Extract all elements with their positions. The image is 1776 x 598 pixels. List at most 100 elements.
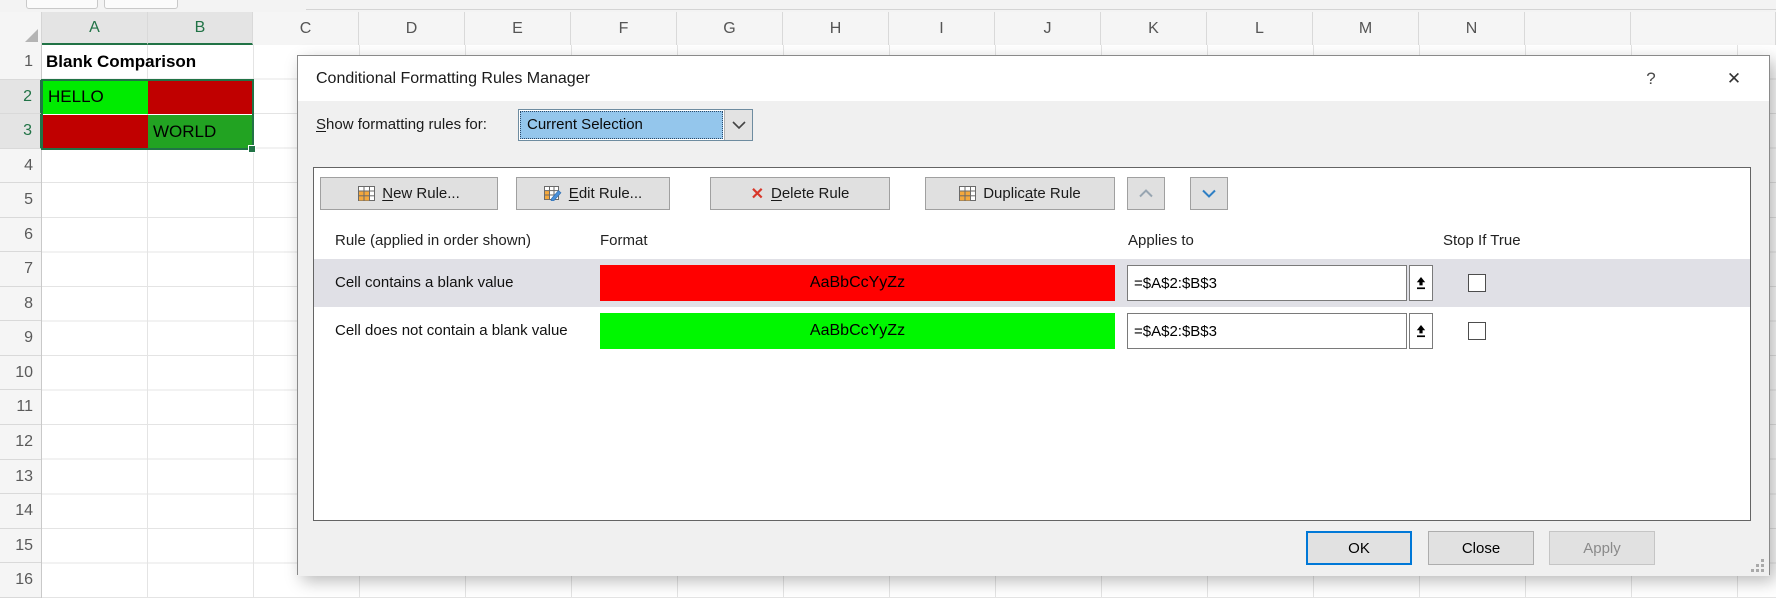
cf-rules-manager-dialog: Conditional Formatting Rules Manager ? ✕… bbox=[297, 55, 1770, 575]
dialog-title-bar: Conditional Formatting Rules Manager ? ✕ bbox=[298, 56, 1769, 101]
column-header-a[interactable]: A bbox=[42, 12, 148, 45]
column-header-k[interactable]: K bbox=[1101, 12, 1207, 45]
help-button[interactable]: ? bbox=[1636, 56, 1666, 101]
chevron-down-icon[interactable] bbox=[724, 110, 752, 140]
row-header-4[interactable]: 4 bbox=[0, 149, 41, 184]
close-icon[interactable]: ✕ bbox=[1716, 56, 1752, 101]
column-header-m[interactable]: M bbox=[1313, 12, 1419, 45]
rules-table-header: Rule (applied in order shown) Format App… bbox=[314, 223, 1750, 259]
row-header-1[interactable]: 1 bbox=[0, 45, 41, 80]
row-header-16[interactable]: 16 bbox=[0, 563, 41, 598]
column-header-j[interactable]: J bbox=[995, 12, 1101, 45]
row-header-13[interactable]: 13 bbox=[0, 460, 41, 495]
move-rule-up-button[interactable] bbox=[1127, 177, 1165, 210]
new-rule-label: New Rule... bbox=[382, 185, 460, 202]
select-all-corner[interactable] bbox=[0, 12, 42, 45]
duplicate-rule-button[interactable]: Duplicate Rule bbox=[925, 177, 1115, 210]
rule-name: Cell does not contain a blank value bbox=[335, 307, 568, 355]
row-header-11[interactable]: 11 bbox=[0, 390, 41, 425]
formula-bar-edge bbox=[0, 0, 1776, 12]
new-rule-button[interactable]: New Rule... bbox=[320, 177, 498, 210]
applies-to-group bbox=[1127, 313, 1433, 349]
duplicate-rule-grid-icon bbox=[959, 186, 976, 201]
format-preview-swatch: AaBbCcYyZz bbox=[600, 265, 1115, 301]
fill-handle[interactable] bbox=[248, 145, 256, 153]
collapse-dialog-icon bbox=[1414, 324, 1428, 339]
cell-b3[interactable]: WORLD bbox=[148, 115, 253, 149]
stop-if-true-checkbox[interactable] bbox=[1468, 274, 1486, 292]
column-headers: A B C D E F G H I J K L M N bbox=[0, 12, 1776, 45]
cell-a2[interactable]: HELLO bbox=[43, 80, 148, 114]
toolbar-stub bbox=[104, 0, 178, 9]
row-header-12[interactable]: 12 bbox=[0, 425, 41, 460]
formula-bar-divider bbox=[306, 9, 1776, 10]
dialog-body: Show formatting rules for: Current Selec… bbox=[298, 101, 1769, 576]
stop-if-true-checkbox[interactable] bbox=[1468, 322, 1486, 340]
header-stop-if-true: Stop If True bbox=[1443, 223, 1521, 259]
edit-rule-label: Edit Rule... bbox=[569, 185, 642, 202]
collapse-dialog-icon bbox=[1414, 276, 1428, 291]
row-header-2[interactable]: 2 bbox=[0, 80, 42, 115]
move-rule-down-button[interactable] bbox=[1190, 177, 1228, 210]
show-rules-label: Show formatting rules for: bbox=[316, 113, 487, 137]
column-header-f[interactable]: F bbox=[571, 12, 677, 45]
applies-to-input[interactable] bbox=[1127, 313, 1407, 349]
row-header-10[interactable]: 10 bbox=[0, 356, 41, 391]
row-header-7[interactable]: 7 bbox=[0, 252, 41, 287]
close-button[interactable]: Close bbox=[1428, 531, 1534, 565]
cell-a1[interactable]: Blank Comparison bbox=[46, 45, 196, 79]
edit-rule-button[interactable]: Edit Rule... bbox=[516, 177, 670, 210]
rule-name: Cell contains a blank value bbox=[335, 259, 513, 307]
name-box-stub bbox=[26, 0, 98, 9]
row-header-14[interactable]: 14 bbox=[0, 494, 41, 529]
show-rules-dropdown[interactable]: Current Selection bbox=[518, 109, 753, 141]
range-picker-button[interactable] bbox=[1409, 313, 1433, 349]
duplicate-rule-label: Duplicate Rule bbox=[983, 185, 1081, 202]
column-header-c[interactable]: C bbox=[253, 12, 359, 45]
header-applies-to: Applies to bbox=[1128, 223, 1194, 259]
chevron-down-icon bbox=[1201, 189, 1217, 198]
edit-rule-icon bbox=[544, 186, 562, 201]
row-headers: 1 2 3 4 5 6 7 8 9 10 11 12 13 14 15 16 bbox=[0, 45, 42, 598]
column-header-h[interactable]: H bbox=[783, 12, 889, 45]
header-format: Format bbox=[600, 223, 648, 259]
applies-to-group bbox=[1127, 265, 1433, 301]
row-header-6[interactable]: 6 bbox=[0, 218, 41, 253]
new-rule-grid-icon bbox=[358, 186, 375, 201]
rule-row-blank[interactable]: Cell contains a blank value AaBbCcYyZz bbox=[314, 259, 1750, 307]
dialog-footer: OK Close Apply bbox=[298, 521, 1769, 576]
range-picker-button[interactable] bbox=[1409, 265, 1433, 301]
column-header-blank-1[interactable] bbox=[1525, 12, 1631, 45]
header-rule: Rule (applied in order shown) bbox=[335, 223, 531, 259]
excel-window: A B C D E F G H I J K L M N 1 2 3 4 5 6 … bbox=[0, 0, 1776, 598]
cell-b2[interactable] bbox=[148, 80, 253, 114]
column-header-i[interactable]: I bbox=[889, 12, 995, 45]
column-header-d[interactable]: D bbox=[359, 12, 465, 45]
row-header-3[interactable]: 3 bbox=[0, 114, 42, 149]
ok-button[interactable]: OK bbox=[1306, 531, 1412, 565]
column-header-e[interactable]: E bbox=[465, 12, 571, 45]
rules-list-box: New Rule... Edit Rule... ✕ Delete Rule D… bbox=[313, 167, 1751, 521]
column-header-n[interactable]: N bbox=[1419, 12, 1525, 45]
applies-to-input[interactable] bbox=[1127, 265, 1407, 301]
delete-x-icon: ✕ bbox=[751, 184, 764, 204]
rule-row-not-blank[interactable]: Cell does not contain a blank value AaBb… bbox=[314, 307, 1750, 355]
apply-button[interactable]: Apply bbox=[1549, 531, 1655, 565]
row-header-15[interactable]: 15 bbox=[0, 529, 41, 564]
column-header-l[interactable]: L bbox=[1207, 12, 1313, 45]
select-all-triangle-icon bbox=[25, 29, 38, 42]
row-header-9[interactable]: 9 bbox=[0, 321, 41, 356]
show-rules-selected-value: Current Selection bbox=[520, 111, 723, 139]
dialog-title: Conditional Formatting Rules Manager bbox=[316, 56, 590, 101]
format-preview-swatch: AaBbCcYyZz bbox=[600, 313, 1115, 349]
delete-rule-button[interactable]: ✕ Delete Rule bbox=[710, 177, 890, 210]
resize-grip[interactable] bbox=[1750, 558, 1764, 572]
cell-a3[interactable] bbox=[43, 115, 148, 149]
row-header-8[interactable]: 8 bbox=[0, 287, 41, 322]
delete-rule-label: Delete Rule bbox=[771, 185, 849, 202]
chevron-up-icon bbox=[1138, 189, 1154, 198]
column-header-g[interactable]: G bbox=[677, 12, 783, 45]
column-header-b[interactable]: B bbox=[148, 12, 253, 45]
column-header-blank-2[interactable] bbox=[1631, 12, 1776, 45]
row-header-5[interactable]: 5 bbox=[0, 183, 41, 218]
